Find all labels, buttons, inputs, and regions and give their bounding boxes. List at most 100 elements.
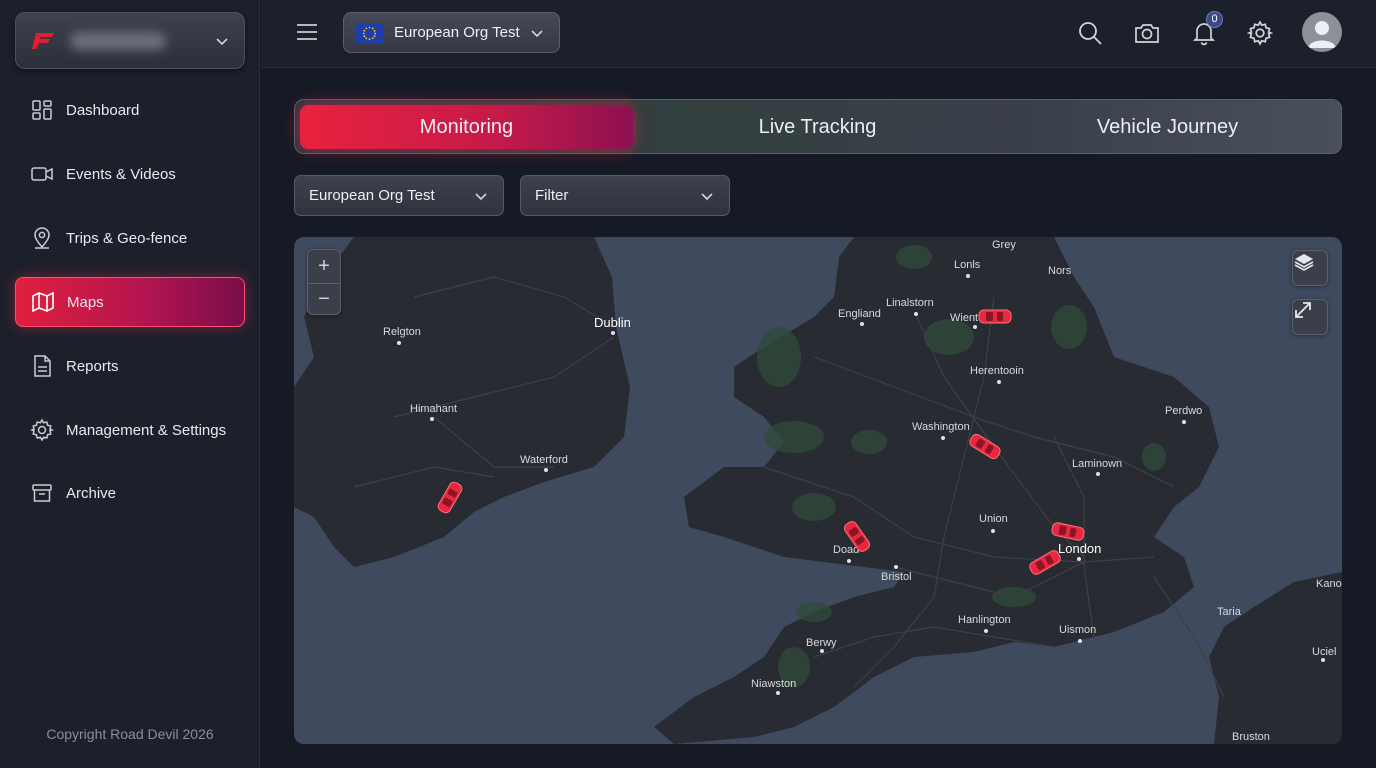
map-icon <box>31 290 55 314</box>
city-dot <box>776 691 780 695</box>
hamburger-menu-icon[interactable] <box>295 20 319 44</box>
layers-button[interactable] <box>1292 250 1328 286</box>
gear-icon <box>30 418 54 442</box>
camera-icon[interactable] <box>1134 20 1160 46</box>
chevron-down-icon <box>475 193 487 201</box>
city-label: Washington <box>912 421 970 433</box>
eu-flag-icon <box>355 22 384 43</box>
city-label: Herentooin <box>970 365 1024 377</box>
zoom-in-button[interactable]: + <box>308 250 340 282</box>
settings-gear-icon[interactable] <box>1247 20 1273 46</box>
sidebar-item-label: Maps <box>67 293 104 311</box>
city-dot <box>973 325 977 329</box>
city-label: Nors <box>1048 265 1072 277</box>
view-tabs: Monitoring Live Tracking Vehicle Journey <box>294 99 1342 154</box>
filter-select[interactable]: Filter <box>520 175 730 216</box>
sidebar-item-management-settings[interactable]: Management & Settings <box>15 405 245 455</box>
video-camera-icon <box>30 162 54 186</box>
road-devil-logo <box>32 33 54 49</box>
sidebar-item-label: Events & Videos <box>66 165 176 183</box>
org-selector-label: European Org Test <box>394 24 520 41</box>
city-label: Uciel <box>1312 646 1337 658</box>
land-great-britain <box>654 237 1219 744</box>
dashboard-icon <box>30 98 54 122</box>
org-filter-select[interactable]: European Org Test <box>294 175 504 216</box>
app: Dashboard Events & Videos Trips & Geo-fe… <box>0 0 1376 768</box>
city-dot <box>430 417 434 421</box>
city-label: Kano <box>1316 578 1342 590</box>
city-dot <box>997 380 1001 384</box>
tab-vehicle-journey[interactable]: Vehicle Journey <box>995 105 1340 149</box>
document-icon <box>30 354 54 378</box>
org-selector[interactable]: European Org Test <box>343 12 560 53</box>
city-dot <box>1077 557 1081 561</box>
land-ireland <box>294 237 630 567</box>
city-label: Perdwo <box>1165 405 1203 417</box>
sidebar: Dashboard Events & Videos Trips & Geo-fe… <box>0 0 260 768</box>
city-dot <box>1078 639 1082 643</box>
brand-name-blurred <box>70 32 166 50</box>
city-dot <box>984 629 988 633</box>
city-label-capital: Dublin <box>594 315 631 330</box>
zoom-out-button[interactable]: − <box>308 283 340 315</box>
city-label: Waterford <box>520 454 568 466</box>
city-label: Taria <box>1217 606 1241 618</box>
sidebar-item-maps[interactable]: Maps <box>15 277 245 327</box>
tab-live-tracking[interactable]: Live Tracking <box>645 105 990 149</box>
user-avatar[interactable] <box>1302 12 1342 52</box>
chevron-down-icon <box>216 38 228 46</box>
notification-count-badge: 0 <box>1206 11 1223 28</box>
city-label: Berwy <box>806 637 837 649</box>
city-label: Wient <box>950 312 979 324</box>
fullscreen-button[interactable] <box>1292 299 1328 335</box>
city-label: Linalstorn <box>886 297 934 309</box>
map-pin-icon <box>30 226 54 250</box>
city-label: Relgton <box>383 326 421 338</box>
zoom-control: + − <box>307 249 341 315</box>
city-label: Laminown <box>1072 458 1123 470</box>
chevron-down-icon <box>531 30 543 38</box>
city-label: Lonls <box>954 259 981 271</box>
sidebar-item-trips-geofence[interactable]: Trips & Geo-fence <box>15 213 245 263</box>
sidebar-item-dashboard[interactable]: Dashboard <box>15 85 245 135</box>
layers-icon <box>1294 254 1314 271</box>
search-icon[interactable] <box>1077 20 1103 46</box>
city-dot <box>860 322 864 326</box>
sidebar-item-archive[interactable]: Archive <box>15 468 245 518</box>
city-dot <box>397 341 401 345</box>
sidebar-item-label: Reports <box>66 357 119 375</box>
filter-label: Filter <box>535 187 569 204</box>
city-label: Bruston <box>1232 731 1270 743</box>
topbar: European Org Test 0 <box>261 0 1376 68</box>
city-label: Bristol <box>881 571 912 583</box>
city-label: Uismon <box>1059 624 1097 636</box>
sidebar-item-label: Dashboard <box>66 101 140 119</box>
archive-box-icon <box>30 481 54 505</box>
brand-switcher[interactable] <box>15 12 245 69</box>
sidebar-item-reports[interactable]: Reports <box>15 341 245 391</box>
sidebar-item-events-videos[interactable]: Events & Videos <box>15 149 245 199</box>
vehicle-car-icon[interactable] <box>978 309 1012 324</box>
org-filter-label: European Org Test <box>309 187 435 204</box>
city-label: Himahant <box>410 403 458 415</box>
city-dot <box>544 468 548 472</box>
city-label: Engliand <box>838 308 881 320</box>
city-label-capital: London <box>1058 541 1102 556</box>
city-dot <box>1182 420 1186 424</box>
sidebar-item-label: Trips & Geo-fence <box>66 229 188 247</box>
map-view[interactable]: + − Grey Lonls Nors Linalstorn Engliand … <box>294 237 1342 744</box>
city-label: Union <box>979 513 1008 525</box>
city-label: Grey <box>992 239 1016 251</box>
tab-monitoring[interactable]: Monitoring <box>300 105 633 149</box>
city-dot <box>941 436 945 440</box>
city-dot <box>847 559 851 563</box>
city-dot <box>611 331 615 335</box>
city-dot <box>914 312 918 316</box>
city-label: Hanlington <box>958 614 1011 626</box>
sidebar-item-label: Management & Settings <box>66 421 227 439</box>
expand-icon <box>1295 302 1311 318</box>
city-label: Niawston <box>751 678 797 690</box>
city-dot <box>820 649 824 653</box>
copyright-text: Copyright Road Devil 2026 <box>46 726 214 742</box>
city-dot <box>966 274 970 278</box>
